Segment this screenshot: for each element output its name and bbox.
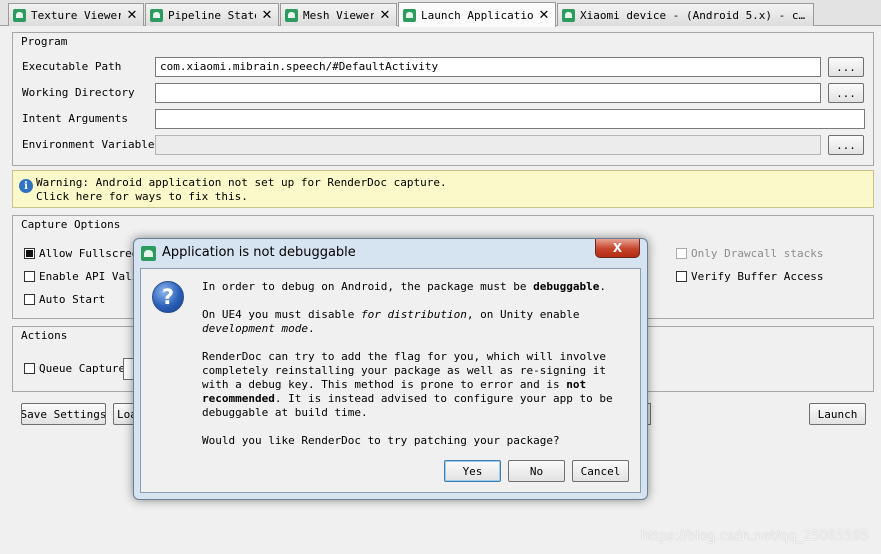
message-paragraph-2: On UE4 you must disable for distribution… <box>202 308 580 335</box>
checkbox-box[interactable] <box>24 248 35 259</box>
save-settings-button[interactable]: Save Settings <box>21 403 106 425</box>
warning-line-1: Warning: Android application not set up … <box>36 176 447 189</box>
verify-buffer-access-checkbox[interactable]: Verify Buffer Access <box>676 270 823 283</box>
browse-executable-button[interactable]: ... <box>828 57 864 77</box>
executable-path-label: Executable Path <box>22 60 122 73</box>
dialog-close-button[interactable]: X <box>595 239 640 258</box>
close-icon[interactable]: ✕ <box>537 8 551 23</box>
launch-button[interactable]: Launch <box>809 403 866 425</box>
dialog-titlebar[interactable]: Application is not debuggable X <box>134 239 647 267</box>
edit-environment-button[interactable]: ... <box>828 135 864 155</box>
checkbox-box[interactable] <box>24 363 35 374</box>
message-paragraph-3: RenderDoc can try to add the flag for yo… <box>202 350 613 419</box>
tab-label: Xiaomi device - (Android 5.x) - c… <box>580 8 806 22</box>
info-icon: i <box>19 179 33 193</box>
group-title: Capture Options <box>21 218 121 231</box>
checkbox-label: Queue Capture <box>39 362 126 375</box>
checkbox-label: Verify Buffer Access <box>691 270 824 283</box>
intent-arguments-input[interactable] <box>155 109 865 129</box>
tab-label: Pipeline State <box>168 8 256 22</box>
cancel-button[interactable]: Cancel <box>572 460 629 482</box>
only-drawcall-stacks-checkbox: Only Drawcall stacks <box>676 247 823 260</box>
renderdoc-tab-icon <box>562 8 575 22</box>
browse-directory-button[interactable]: ... <box>828 83 864 103</box>
renderdoc-tab-icon <box>285 8 298 22</box>
checkbox-box <box>676 248 687 259</box>
tab-launch-application[interactable]: Launch Application ✕ <box>398 2 556 27</box>
tab-label: Mesh Viewer <box>303 8 374 22</box>
allow-fullscreen-checkbox[interactable]: Allow Fullscreen <box>24 247 145 260</box>
close-icon[interactable]: ✕ <box>125 8 139 23</box>
yes-button[interactable]: Yes <box>444 460 501 482</box>
no-button[interactable]: No <box>508 460 565 482</box>
watermark-text: https://blog.csdn.net/qq_25065595 <box>640 529 869 544</box>
renderdoc-tab-icon <box>13 8 26 22</box>
close-icon[interactable]: ✕ <box>260 8 274 23</box>
checkbox-label: Only Drawcall stacks <box>691 247 824 260</box>
intent-arguments-label: Intent Arguments <box>22 112 128 125</box>
group-title: Actions <box>21 329 68 342</box>
warning-fix-link[interactable]: Click here for ways to fix this. <box>36 190 248 203</box>
environment-variables-label: Environment Variables <box>22 138 162 151</box>
renderdoc-app-icon <box>141 246 156 261</box>
dialog-body: ? In order to debug on Android, the pack… <box>140 268 641 493</box>
environment-variables-input <box>155 135 821 155</box>
checkbox-box[interactable] <box>24 271 35 282</box>
checkbox-label: Allow Fullscreen <box>39 247 145 260</box>
program-group: Program Executable Path com.xiaomi.mibra… <box>12 32 874 166</box>
not-debuggable-dialog: Application is not debuggable X ? In ord… <box>133 238 648 500</box>
queue-capture-checkbox[interactable]: Queue Capture <box>24 362 125 375</box>
auto-start-checkbox[interactable]: Auto Start <box>24 293 105 306</box>
warning-banner[interactable]: i Warning: Android application not set u… <box>12 170 874 208</box>
tab-mesh-viewer[interactable]: Mesh Viewer ✕ <box>280 3 397 26</box>
checkbox-box[interactable] <box>676 271 687 282</box>
close-icon[interactable]: ✕ <box>378 8 392 23</box>
renderdoc-tab-icon <box>150 8 163 22</box>
group-title: Program <box>21 35 68 48</box>
checkbox-box[interactable] <box>24 294 35 305</box>
message-question: Would you like RenderDoc to try patching… <box>202 434 560 447</box>
tab-strip: Texture Viewer ✕ Pipeline State ✕ Mesh V… <box>0 0 881 27</box>
tab-label: Texture Viewer <box>31 8 121 22</box>
working-directory-input[interactable] <box>155 83 821 103</box>
tab-texture-viewer[interactable]: Texture Viewer ✕ <box>8 3 144 26</box>
tab-pipeline-state[interactable]: Pipeline State ✕ <box>145 3 279 26</box>
executable-path-input[interactable]: com.xiaomi.mibrain.speech/#DefaultActivi… <box>155 57 821 77</box>
checkbox-label: Auto Start <box>39 293 106 306</box>
renderdoc-tab-icon <box>403 8 416 22</box>
working-directory-label: Working Directory <box>22 86 135 99</box>
tab-label: Launch Application <box>421 8 533 22</box>
message-paragraph-1: In order to debug on Android, the packag… <box>202 280 606 293</box>
question-icon: ? <box>152 281 184 313</box>
tab-xiaomi-device[interactable]: Xiaomi device - (Android 5.x) - c… <box>557 3 814 26</box>
dialog-title: Application is not debuggable <box>162 245 356 260</box>
